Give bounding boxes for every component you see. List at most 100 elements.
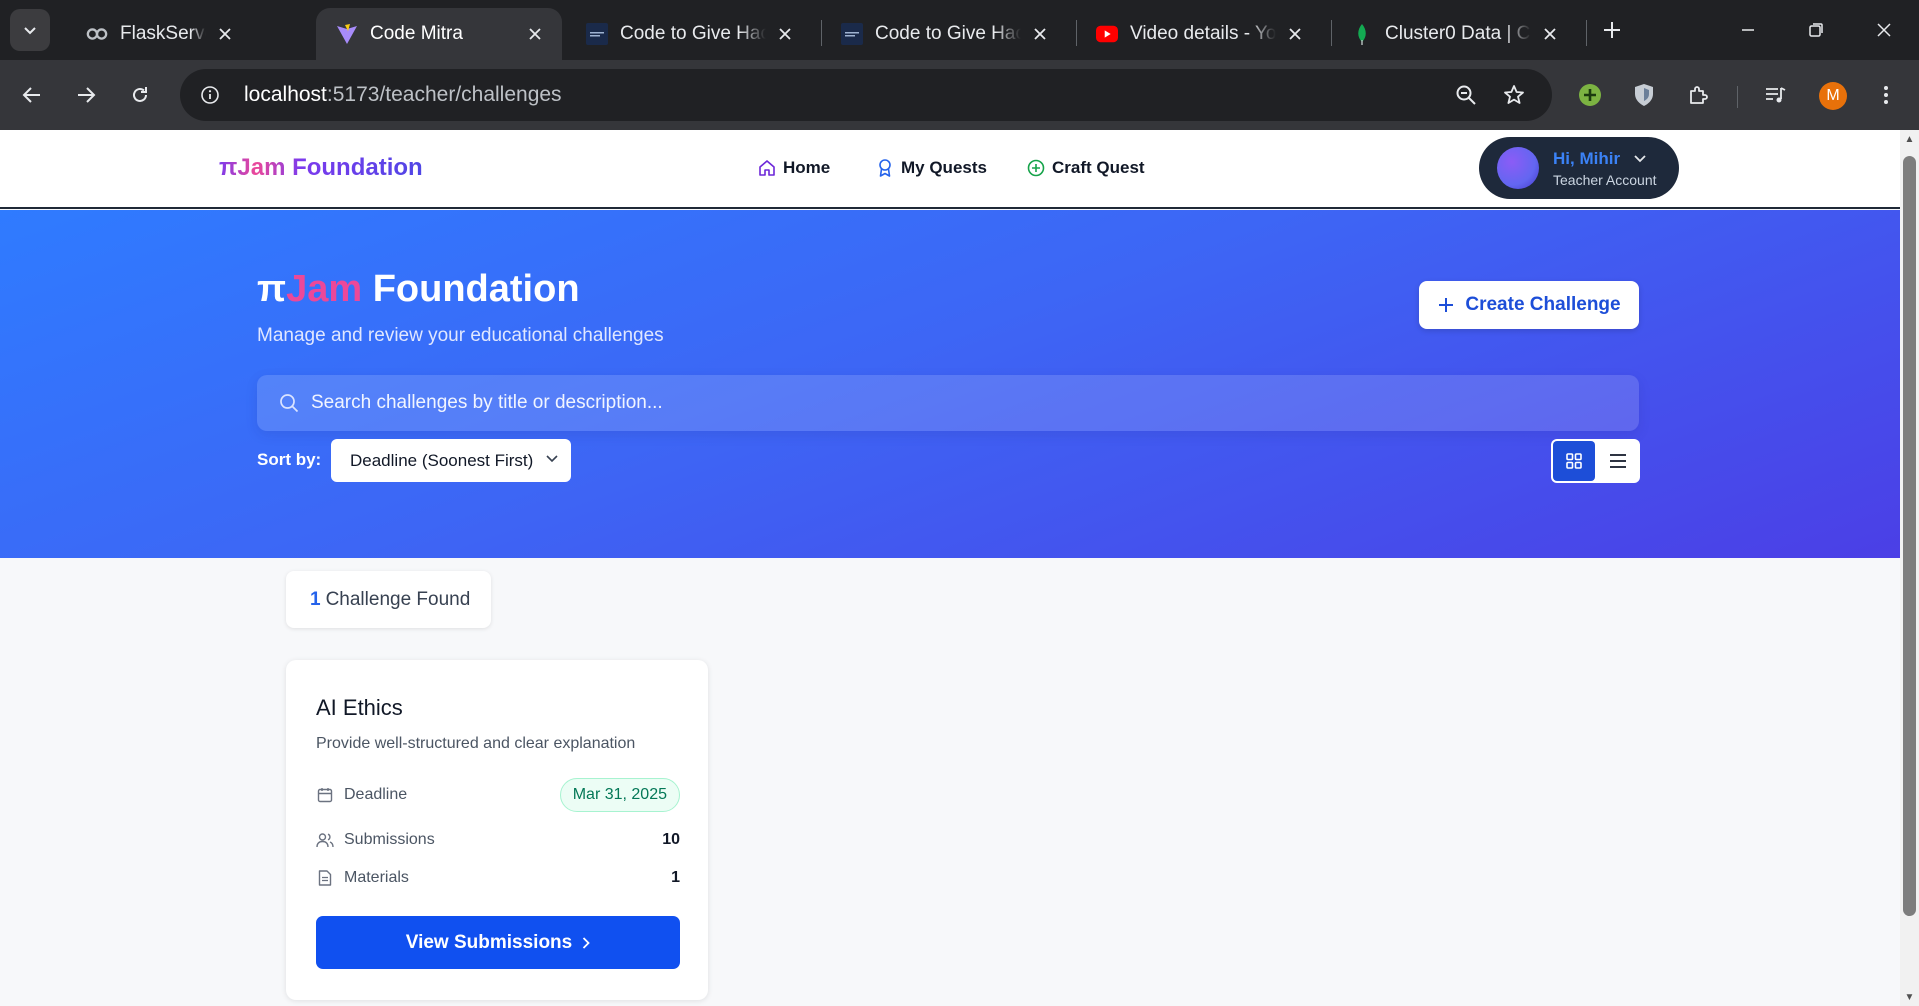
chevron-right-icon — [582, 936, 591, 950]
user-info: Hi, Mihir Teacher Account — [1553, 149, 1657, 188]
list-icon — [1610, 454, 1627, 468]
tab-video-details[interactable]: Video details - You — [1076, 8, 1322, 60]
close-tab-icon[interactable] — [1539, 23, 1561, 45]
mongodb-leaf-icon — [1351, 23, 1373, 45]
page-title: πJam Foundation — [257, 268, 580, 311]
sort-label: Sort by: — [257, 450, 322, 469]
toolbar-divider — [1737, 86, 1738, 108]
youtube-icon — [1096, 23, 1118, 45]
brand-name: Jam Foundation — [237, 154, 423, 181]
sort-select[interactable]: Deadline (Soonest First) — [331, 439, 571, 482]
close-window-button[interactable] — [1866, 12, 1902, 48]
search-icon — [277, 391, 301, 415]
tab-cluster0[interactable]: Cluster0 Data | Clo — [1331, 8, 1577, 60]
web-page: πJam Foundation Home My Quests Craft Que… — [0, 130, 1900, 1006]
url-text: localhost:5173/teacher/challenges — [244, 83, 562, 107]
close-tab-icon[interactable] — [774, 23, 796, 45]
list-view-button[interactable] — [1597, 439, 1640, 483]
scroll-down-arrow-icon[interactable]: ▼ — [1900, 988, 1919, 1006]
nav-craft-quest[interactable]: Craft Quest — [1026, 158, 1145, 178]
tab-search-button[interactable] — [10, 9, 50, 51]
grid-view-button[interactable] — [1553, 441, 1595, 481]
plus-icon — [1604, 22, 1620, 38]
extension-add-icon[interactable] — [1572, 77, 1608, 113]
media-control-icon[interactable] — [1757, 77, 1793, 113]
restore-icon — [1809, 23, 1823, 37]
minimize-button[interactable] — [1730, 12, 1766, 48]
materials-row: Materials 1 — [316, 866, 680, 890]
nav-my-quests-label: My Quests — [901, 158, 987, 177]
submissions-count: 10 — [662, 831, 680, 848]
tab-code-mitra[interactable]: Code Mitra — [316, 8, 562, 60]
materials-label: Materials — [344, 869, 409, 886]
page-subtitle: Manage and review your educational chall… — [257, 325, 664, 346]
user-greeting: Hi, Mihir — [1553, 149, 1657, 169]
zoom-icon[interactable] — [1448, 77, 1484, 113]
materials-count: 1 — [671, 869, 680, 886]
deadline-badge: Mar 31, 2025 — [559, 778, 680, 812]
url-host: localhost — [244, 83, 327, 106]
deadline-label: Deadline — [344, 786, 408, 803]
extensions-puzzle-icon[interactable] — [1680, 77, 1716, 113]
view-submissions-button[interactable]: View Submissions — [316, 916, 680, 969]
tab-title: Cluster0 Data | Clo — [1385, 23, 1531, 44]
close-tab-icon[interactable] — [524, 23, 546, 45]
search-input[interactable] — [311, 392, 1611, 414]
nav-craft-quest-label: Craft Quest — [1052, 158, 1145, 177]
scrollbar-thumb[interactable] — [1903, 156, 1916, 916]
user-menu[interactable]: Hi, Mihir Teacher Account — [1479, 137, 1679, 199]
submissions-row: Submissions 10 — [316, 828, 680, 852]
bookmark-star-icon[interactable] — [1496, 77, 1532, 113]
title-rest: Foundation — [362, 268, 580, 310]
award-icon — [875, 158, 895, 178]
scroll-up-arrow-icon[interactable]: ▲ — [1900, 130, 1919, 148]
new-tab-button[interactable] — [1596, 14, 1628, 46]
nav-home[interactable]: Home — [757, 158, 830, 178]
chevron-down-icon — [545, 451, 559, 465]
colab-icon — [86, 23, 108, 45]
sort-value: Deadline (Soonest First) — [350, 450, 534, 470]
tab-title: Video details - You — [1130, 23, 1276, 44]
close-tab-icon[interactable] — [1029, 23, 1051, 45]
close-icon — [1877, 23, 1891, 37]
shield-extension-icon[interactable] — [1626, 77, 1662, 113]
file-text-icon — [316, 869, 334, 887]
top-navbar: πJam Foundation Home My Quests Craft Que… — [0, 130, 1900, 209]
grid-icon — [1565, 453, 1582, 469]
results-count-label: Challenge Found — [325, 588, 471, 610]
tab-title: Code to Give Hack — [875, 23, 1021, 44]
close-tab-icon[interactable] — [214, 23, 236, 45]
arrow-right-icon — [78, 87, 96, 103]
forward-button[interactable] — [68, 77, 104, 113]
browser-tab-strip: FlaskServer.ipynb - Code Mitra Code to G… — [0, 0, 1919, 60]
tab-code-to-give-2[interactable]: Code to Give Hack — [821, 8, 1067, 60]
back-button[interactable] — [14, 77, 50, 113]
tab-code-to-give-1[interactable]: Code to Give Hack — [566, 8, 812, 60]
title-pi: π — [257, 268, 287, 310]
tab-title: Code Mitra — [370, 23, 463, 44]
calendar-icon — [316, 786, 334, 804]
reload-button[interactable] — [122, 77, 158, 113]
title-jam: Jam — [286, 268, 363, 310]
browser-toolbar: localhost:5173/teacher/challenges M — [0, 60, 1919, 130]
view-submissions-label: View Submissions — [405, 931, 573, 953]
create-challenge-button[interactable]: Create Challenge — [1419, 281, 1639, 329]
tab-flaskserver[interactable]: FlaskServer.ipynb - — [66, 8, 252, 60]
page-scrollbar[interactable]: ▲ ▼ — [1900, 130, 1919, 1006]
arrow-left-icon — [22, 87, 40, 103]
user-role: Teacher Account — [1553, 171, 1657, 188]
morgan-stanley-icon — [586, 23, 608, 45]
chrome-menu-icon[interactable] — [1868, 77, 1904, 113]
deadline-row: Deadline Mar 31, 2025 — [316, 776, 680, 814]
close-tab-icon[interactable] — [1284, 23, 1306, 45]
brand-logo[interactable]: πJam Foundation — [219, 154, 423, 182]
nav-my-quests[interactable]: My Quests — [875, 158, 987, 178]
nav-home-label: Home — [783, 158, 831, 177]
create-challenge-label: Create Challenge — [1465, 294, 1621, 315]
view-toggle — [1551, 439, 1640, 483]
site-info-icon[interactable] — [192, 77, 228, 113]
address-bar[interactable]: localhost:5173/teacher/challenges — [180, 69, 1552, 121]
challenge-description: Provide well-structured and clear explan… — [316, 735, 636, 752]
restore-button[interactable] — [1798, 12, 1834, 48]
profile-avatar[interactable]: M — [1819, 82, 1847, 110]
